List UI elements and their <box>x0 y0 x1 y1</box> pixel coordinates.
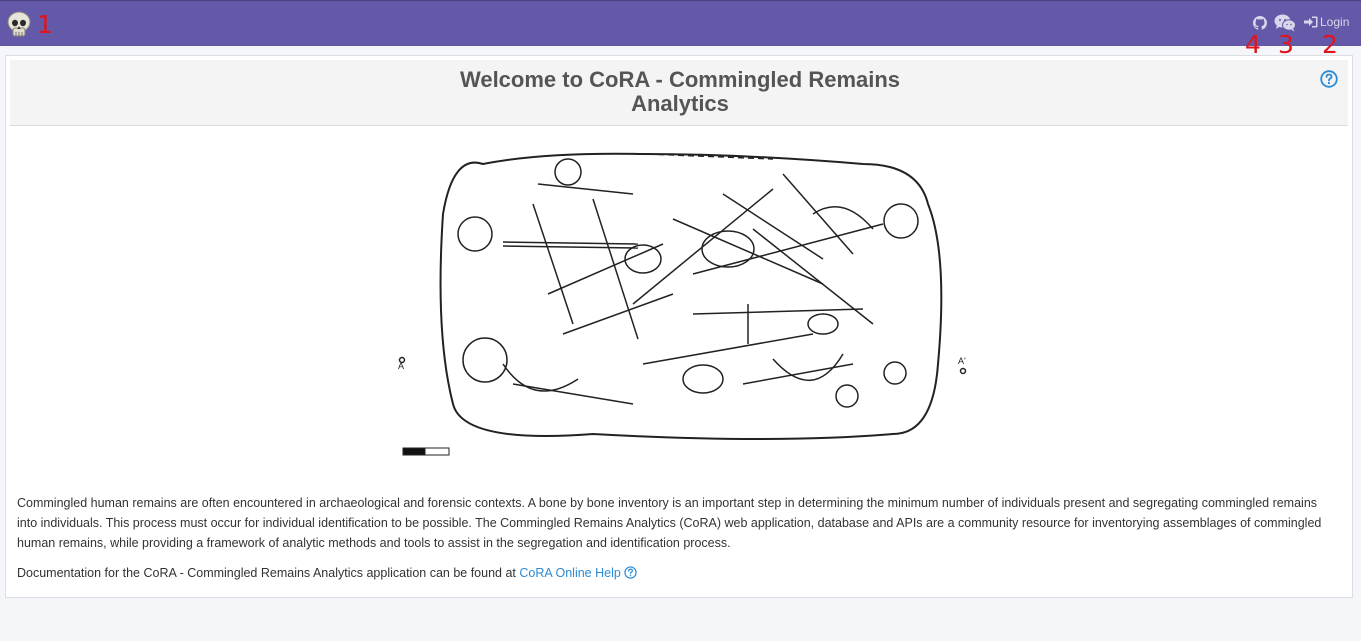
login-label: Login <box>1320 15 1350 29</box>
sign-in-icon <box>1304 16 1318 28</box>
commingled-burial-drawing: A A' <box>398 152 967 456</box>
question-circle-icon[interactable] <box>624 566 637 579</box>
annotation-1: 1 <box>37 10 53 39</box>
page-title-line-1: Welcome to CoRA - Commingled Remains <box>459 67 901 92</box>
annotation-4: 4 <box>1245 30 1261 59</box>
welcome-card: Welcome to CoRA - Commingled Remains Ana… <box>5 55 1353 598</box>
login-button[interactable]: Login <box>1304 15 1349 29</box>
online-help-link[interactable]: CoRA Online Help <box>519 566 620 580</box>
skull-icon[interactable] <box>7 11 31 39</box>
card-header: Welcome to CoRA - Commingled Remains Ana… <box>10 60 1348 126</box>
annotation-2: 2 <box>1322 30 1338 59</box>
svg-text:A': A' <box>958 356 966 366</box>
page-title-line-2: Analytics <box>631 91 729 116</box>
documentation-paragraph: Documentation for the CoRA - Commingled … <box>17 563 1339 583</box>
intro-paragraph: Commingled human remains are often encou… <box>17 496 1322 550</box>
page-title: Welcome to CoRA - Commingled Remains Ana… <box>450 68 910 116</box>
top-navbar: 1 Login 4 3 2 <box>0 0 1361 57</box>
annotation-3: 3 <box>1278 30 1294 59</box>
documentation-text: Documentation for the CoRA - Commingled … <box>17 566 520 580</box>
question-circle-icon[interactable] <box>1320 70 1338 88</box>
github-icon[interactable] <box>1253 16 1267 30</box>
